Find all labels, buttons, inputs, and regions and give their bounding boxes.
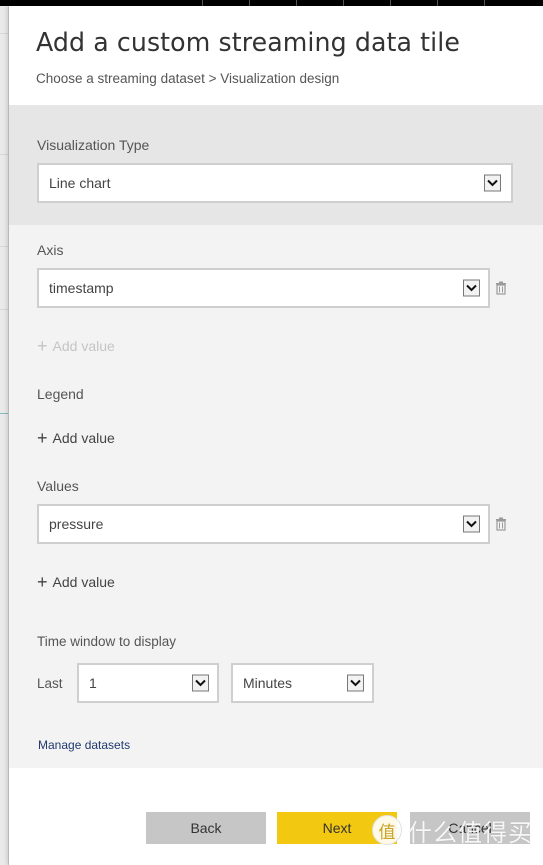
- trash-icon[interactable]: [495, 281, 507, 295]
- plus-icon: +: [37, 572, 48, 592]
- time-window-amount-select[interactable]: 1: [77, 663, 219, 703]
- values-add-value-label: Add value: [52, 574, 115, 590]
- visualization-type-section: Visualization Type Line chart: [9, 105, 543, 225]
- time-window-prefix: Last: [37, 676, 63, 691]
- axis-label: Axis: [37, 242, 64, 258]
- visualization-type-select[interactable]: Line chart: [37, 163, 513, 203]
- trash-icon[interactable]: [495, 517, 507, 531]
- values-field-value: pressure: [49, 516, 104, 532]
- background-accent-line: [0, 413, 8, 414]
- field-wells-section: Axis timestamp + Add value Legend + Add …: [9, 225, 543, 768]
- visualization-type-label: Visualization Type: [37, 137, 150, 153]
- breadcrumb: Choose a streaming dataset > Visualizati…: [36, 71, 340, 86]
- axis-add-value-label: Add value: [52, 338, 115, 354]
- background-page: [0, 6, 9, 865]
- background-divider: [0, 33, 8, 34]
- background-divider: [0, 246, 8, 247]
- axis-add-value-button[interactable]: + Add value: [37, 337, 115, 355]
- plus-icon: +: [37, 336, 48, 356]
- chevron-down-icon[interactable]: [192, 674, 209, 692]
- cancel-button[interactable]: Cancel: [410, 812, 530, 844]
- legend-add-value-label: Add value: [52, 430, 115, 446]
- legend-label: Legend: [37, 386, 84, 402]
- dialog-title: Add a custom streaming data tile: [36, 28, 460, 58]
- legend-add-value-button[interactable]: + Add value: [37, 429, 115, 447]
- plus-icon: +: [37, 428, 48, 448]
- chevron-down-icon[interactable]: [347, 674, 364, 692]
- chevron-down-icon[interactable]: [463, 279, 480, 297]
- chevron-down-icon[interactable]: [463, 515, 480, 533]
- values-field-select[interactable]: pressure: [37, 504, 490, 544]
- manage-datasets-link[interactable]: Manage datasets: [38, 738, 130, 752]
- dialog-header: Add a custom streaming data tile Choose …: [9, 6, 543, 105]
- values-add-value-button[interactable]: + Add value: [37, 573, 115, 591]
- streaming-tile-dialog: Add a custom streaming data tile Choose …: [9, 6, 543, 865]
- time-window-label: Time window to display: [37, 634, 177, 649]
- axis-field-select[interactable]: timestamp: [37, 268, 490, 308]
- back-button[interactable]: Back: [146, 812, 266, 844]
- values-label: Values: [37, 478, 79, 494]
- chevron-down-icon[interactable]: [484, 174, 501, 192]
- visualization-type-value: Line chart: [49, 175, 111, 191]
- time-window-unit-value: Minutes: [243, 675, 293, 691]
- background-divider: [0, 154, 8, 155]
- time-window-unit-select[interactable]: Minutes: [231, 663, 374, 703]
- time-window-amount-value: 1: [89, 675, 97, 691]
- axis-field-value: timestamp: [49, 280, 114, 296]
- background-divider: [0, 309, 8, 310]
- next-button[interactable]: Next: [277, 812, 397, 844]
